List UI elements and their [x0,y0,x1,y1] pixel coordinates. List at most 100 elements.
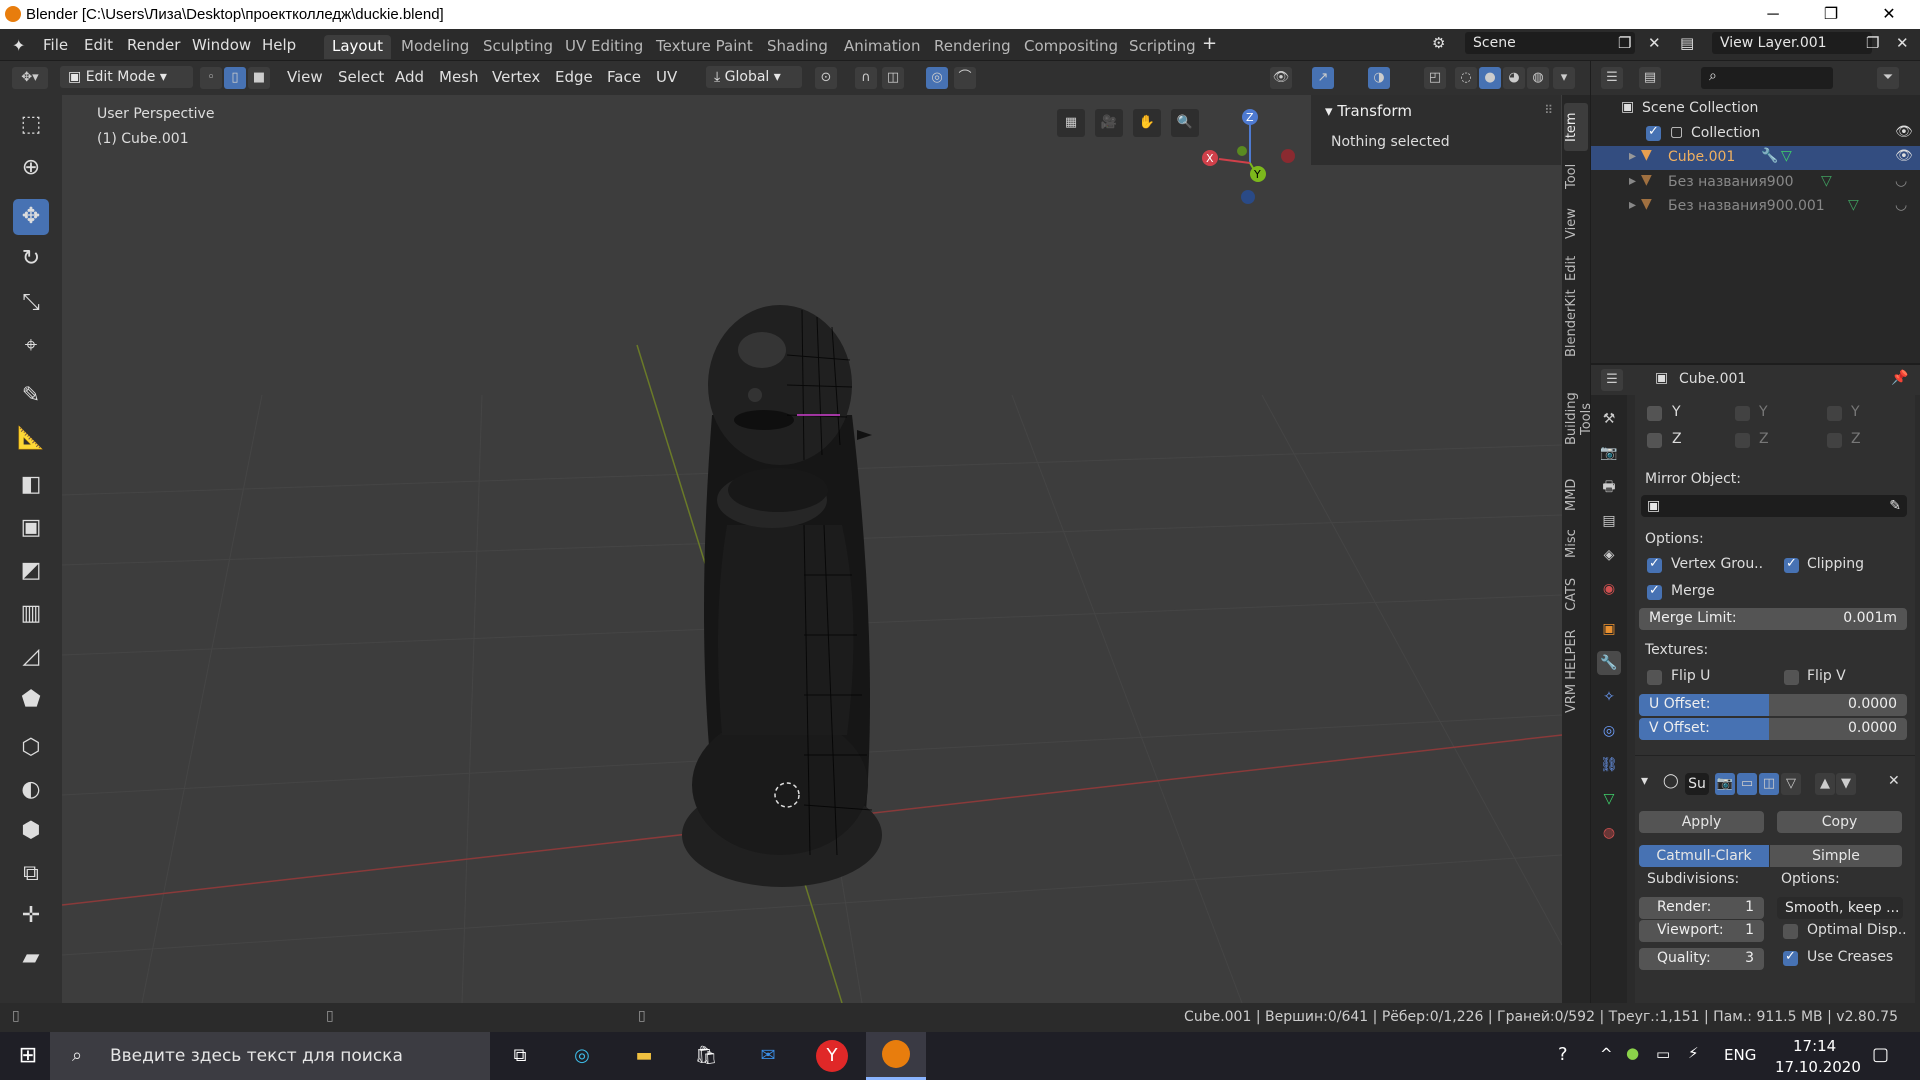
outliner-row-cube[interactable]: ▸ ▼ Cube.001 🔧 ▽ 👁 [1591,146,1920,170]
flip-checkbox[interactable] [1827,406,1842,421]
visibility-icon[interactable]: 👁 [1270,67,1292,89]
particles-tab-icon[interactable]: ✧ [1597,685,1621,709]
tab-uv-editing[interactable]: UV Editing [557,35,651,59]
vertex-groups-checkbox[interactable] [1647,556,1662,573]
loop-cut-tool-icon[interactable]: ▥ [13,596,49,632]
constraints-tab-icon[interactable]: ⛓ [1597,753,1621,777]
filter-icon[interactable]: ⏷ [1877,67,1899,89]
uv-smooth-dropdown[interactable]: Smooth, keep ... [1777,897,1903,919]
clipping-checkbox[interactable] [1784,556,1799,573]
copy-button[interactable]: Copy [1777,811,1902,833]
edge-browser-icon[interactable]: ◎ [566,1040,598,1072]
scene-tab-icon[interactable]: ◈ [1597,543,1621,567]
bisect-checkbox[interactable] [1735,433,1750,448]
duck-mesh[interactable] [682,305,882,887]
menu-mesh[interactable]: Mesh [439,68,479,86]
mirror-object-field[interactable]: ▣ ✎ [1641,495,1907,517]
add-workspace-icon[interactable]: + [1202,33,1217,54]
menu-add[interactable]: Add [395,68,424,86]
proportional-falloff-icon[interactable]: ⌒ [954,67,976,89]
scale-tool-icon[interactable]: ⤡ [13,285,49,321]
to-sphere-tool-icon[interactable]: ✛ [13,898,49,934]
menu-edit[interactable]: Edit [84,36,113,54]
annotate-tool-icon[interactable]: ✎ [13,378,49,414]
modifier-cage-toggle-icon[interactable]: ▽ [1781,773,1801,795]
drag-handle-icon[interactable]: ⠿ [1544,103,1553,117]
rip-tool-icon[interactable]: ▰ [13,940,49,976]
outliner-row-object[interactable]: ▸ ▼ Без названия900 ▽ ◡ [1591,171,1920,195]
yandex-browser-icon[interactable]: Y [816,1040,848,1072]
transform-tool-icon[interactable]: ⌖ [13,328,49,364]
scene-remove-icon[interactable]: ✕ [1648,34,1661,52]
modifier-tab-icon[interactable]: 🔧 [1597,651,1621,675]
select-box-tool-icon[interactable]: ⬚ [13,107,49,143]
scene-new-icon[interactable]: ❐ [1618,34,1631,52]
bisect-checkbox[interactable] [1735,406,1750,421]
battery-icon[interactable]: ▭ [1656,1045,1670,1063]
menu-window[interactable]: Window [192,36,251,54]
menu-face[interactable]: Face [607,68,641,86]
tab-scripting[interactable]: Scripting [1121,35,1204,59]
modifier-editmode-toggle-icon[interactable]: ◫ [1759,773,1779,795]
app-tray-icon[interactable]: ● [1626,1044,1639,1062]
render-tab-icon[interactable]: 📷 [1597,441,1621,465]
modifier-render-toggle-icon[interactable]: 📷 [1715,773,1735,795]
optimal-display-checkbox[interactable] [1783,924,1798,939]
shading-options-icon[interactable]: ▾ [1553,67,1575,89]
menu-edge[interactable]: Edge [555,68,593,86]
editor-type-icon[interactable]: ✥▾ [12,67,48,89]
mesh-data-tab-icon[interactable]: ▽ [1597,787,1621,811]
edge-select-icon[interactable]: ▯ [224,67,246,89]
flip-v-checkbox[interactable] [1784,670,1799,685]
shear-tool-icon[interactable]: ⧉ [13,856,49,892]
zoom-view-icon[interactable]: 🔍 [1171,109,1199,137]
viewport-levels-field[interactable]: Viewport: 1 [1639,920,1764,942]
expand-arrow-icon[interactable]: ▸ [1629,173,1636,189]
network-icon[interactable]: ⚡ [1688,1044,1699,1062]
outliner-row-object[interactable]: ▸ ▼ Без названия900.001 ▽ ◡ [1591,195,1920,219]
microsoft-store-icon[interactable]: 🛍 [690,1040,722,1072]
notifications-icon[interactable]: ▢ [1872,1044,1889,1065]
spin-tool-icon[interactable]: ⬡ [13,730,49,766]
outliner-search-input[interactable]: ⌕ [1701,67,1833,89]
move-down-icon[interactable]: ▼ [1836,773,1856,795]
material-tab-icon[interactable]: ◍ [1597,821,1621,845]
shading-solid-icon[interactable]: ● [1479,67,1501,89]
mail-icon[interactable]: ✉ [752,1040,784,1072]
use-creases-checkbox[interactable] [1783,949,1798,966]
object-tab-icon[interactable]: ▣ [1597,617,1621,641]
view-layer-selector[interactable]: View Layer.001 [1712,32,1872,54]
inset-tool-icon[interactable]: ▣ [13,510,49,546]
view-layer-icon[interactable]: ▤ [1680,34,1694,52]
tab-compositing[interactable]: Compositing [1016,35,1126,59]
task-view-icon[interactable]: ⧉ [504,1040,536,1072]
smooth-tool-icon[interactable]: ◐ [13,772,49,808]
outliner-row-collection[interactable]: ▢ Collection 👁 [1591,122,1920,146]
visibility-eye-icon[interactable]: 👁 [1895,124,1913,140]
v-offset-slider[interactable]: V Offset: 0.0000 [1639,718,1907,740]
expand-arrow-icon[interactable]: ▸ [1629,148,1636,164]
pan-view-icon[interactable]: ✋ [1133,109,1161,137]
outliner-row-scene-collection[interactable]: ▣ Scene Collection [1591,97,1920,121]
menu-view[interactable]: View [287,68,323,86]
shading-rendered-icon[interactable]: ◍ [1527,67,1549,89]
pivot-point-icon[interactable]: ⊙ [815,67,837,89]
help-tray-icon[interactable]: ? [1558,1044,1568,1065]
output-tab-icon[interactable]: 🖶 [1597,475,1621,499]
transform-orientation-selector[interactable]: ⤓ Global ▾ [706,66,802,88]
physics-tab-icon[interactable]: ◎ [1597,719,1621,743]
rotate-tool-icon[interactable]: ↻ [13,241,49,277]
collapse-arrow-icon[interactable]: ▾ [1641,773,1648,789]
navigation-gizmo[interactable]: Z X Y [1202,109,1295,204]
visibility-eye-icon[interactable]: 👁 [1895,148,1913,164]
view-layer-new-icon[interactable]: ❐ [1866,34,1879,52]
scene-icon[interactable]: ⚙ [1432,34,1445,52]
close-button[interactable]: ✕ [1860,0,1918,29]
tab-blenderkit[interactable]: BlenderKit [1564,289,1588,363]
mode-selector[interactable]: ▣ Edit Mode ▾ [60,66,193,88]
hidden-eye-icon[interactable]: ◡ [1895,197,1907,213]
extrude-tool-icon[interactable]: ◧ [13,467,49,503]
3d-viewport[interactable]: Z X Y User Perspective (1) Cube.001 ▦ 🎥 … [62,95,1562,1003]
gizmo-toggle-icon[interactable]: ↗ [1312,67,1334,89]
tab-sculpting[interactable]: Sculpting [475,35,561,59]
